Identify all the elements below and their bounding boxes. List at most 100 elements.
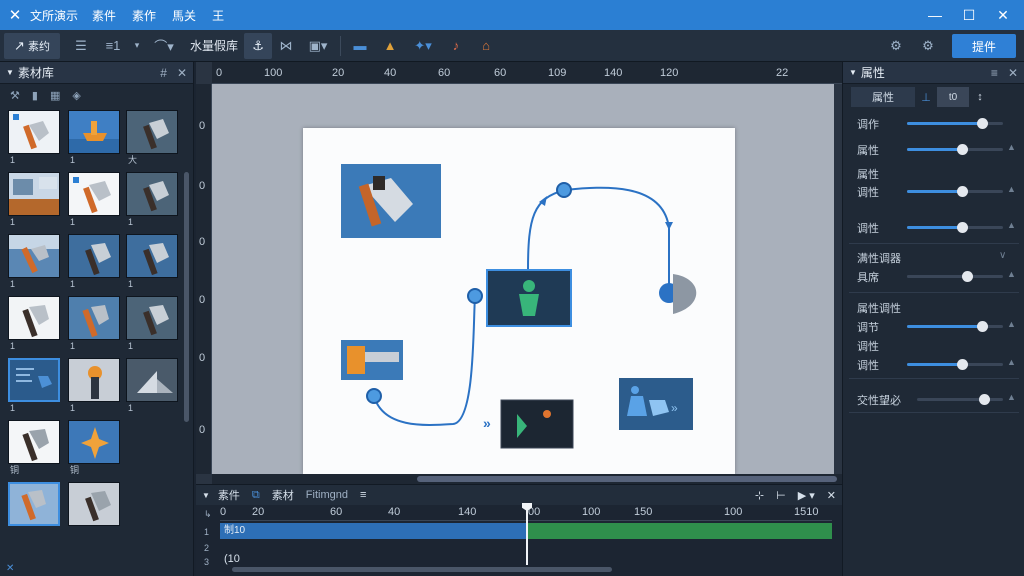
hammer-icon[interactable]: ⚒ [10,89,20,102]
menu-item-2[interactable]: 素作 [132,7,156,24]
tab-properties[interactable]: 属性 [851,87,915,107]
nodes-icon[interactable]: ⋈ [272,33,300,59]
expand-arrow-icon[interactable]: ▲ [1007,319,1016,329]
fill-icon[interactable]: ▲ [375,33,405,59]
layers-icon[interactable]: ⧉ [246,485,266,505]
curve-tool-icon[interactable]: ⌒▾ [144,33,184,59]
asset-thumb[interactable]: 1 [8,234,62,290]
asset-thumb[interactable]: 1 [68,172,122,228]
property-slider[interactable]: 调性 ▲ [857,357,1017,372]
asset-thumb[interactable]: 1 [8,296,62,352]
slider-track[interactable] [907,321,1003,332]
menu-icon[interactable]: ≡ [991,66,998,80]
expand-arrow-icon[interactable]: ▲ [1007,269,1016,279]
asset-thumb[interactable]: 1 [126,358,180,414]
asset-thumb[interactable]: 大 [126,110,180,166]
slider-knob[interactable] [979,394,991,405]
audio-icon[interactable]: ♪ [441,33,471,59]
canvas-hscrollbar[interactable] [212,474,842,484]
asset-thumb-selected[interactable]: 1 [8,358,62,414]
slider-track[interactable] [907,186,1003,197]
property-slider[interactable]: 调节 ▲ [857,319,1017,334]
collapse-icon[interactable]: ▼ [196,485,212,505]
tab-timeline[interactable]: 素件 [212,485,246,505]
expand-arrow-icon[interactable]: ▲ [1007,392,1016,402]
close-panel-icon[interactable]: ✕ [177,66,187,80]
collapse-icon[interactable]: ▼ [849,68,857,77]
folder-icon[interactable]: ▬ [345,33,375,59]
expand-arrow-icon[interactable]: ▲ [1007,357,1016,367]
asset-thumb[interactable]: 1 [126,296,180,352]
chevron-down-icon[interactable]: ∨ [999,250,1006,261]
slider-knob[interactable] [956,186,968,197]
expand-icon[interactable]: ✕ [6,563,14,574]
slider-knob[interactable] [976,321,988,332]
chevron-down-icon[interactable]: ▾ [130,33,144,59]
tab-assets[interactable]: 素材 [266,485,300,505]
slider-knob[interactable] [956,222,968,233]
asset-thumb[interactable]: 1 [126,172,180,228]
asset-thumb[interactable]: 1 [68,234,122,290]
menu-item-1[interactable]: 素件 [92,7,116,24]
property-slider[interactable]: 交性望必 ▲ [857,392,1017,407]
canvas-hscroll-thumb[interactable] [417,476,837,482]
shield-icon[interactable]: ◈ [72,89,80,102]
property-slider[interactable]: 属性 ▲ [857,142,1017,157]
slider-knob[interactable] [956,359,968,370]
gear-icon[interactable]: ⚙ [916,33,940,59]
list-icon[interactable]: ☰ [66,33,96,59]
split-icon[interactable]: ⊹ [749,485,770,505]
menu-icon[interactable]: ≡ [354,485,372,505]
minimize-icon[interactable]: — [918,0,952,30]
tab-foreground[interactable]: Fitimgnd [300,485,354,505]
artboard[interactable]: » » [303,128,735,474]
maximize-icon[interactable]: ☐ [952,0,986,30]
close-panel-icon[interactable]: ✕ [1008,66,1018,80]
asset-thumb[interactable] [8,482,62,538]
asset-thumb[interactable] [68,482,122,538]
frame-icon[interactable]: ▣▾ [300,33,336,59]
slider-track[interactable] [907,144,1003,155]
asset-thumb[interactable]: 1 [126,234,180,290]
menu-item-4[interactable]: 王 [212,7,224,24]
export-button[interactable]: 提件 [952,34,1016,58]
asset-scrollbar[interactable] [184,172,189,422]
slider-track[interactable] [907,222,1003,233]
effect-icon[interactable]: ✦▾ [405,33,441,59]
slider-knob[interactable] [956,144,968,155]
playhead[interactable] [526,505,528,565]
asset-thumb[interactable]: 1 [68,110,122,166]
property-slider[interactable]: 调作 [857,116,1017,131]
asset-thumb[interactable]: 铜 [8,420,62,476]
slider-knob[interactable] [961,271,973,282]
property-slider[interactable]: 调性 ▲ [857,184,1017,199]
property-slider[interactable]: 具席 ▲ [857,269,1017,284]
expand-arrow-icon[interactable]: ▲ [1007,142,1016,152]
grid-view-icon[interactable]: ▦ [50,89,60,102]
expand-arrow-icon[interactable]: ▲ [1007,220,1016,230]
filter-icon[interactable]: ▮ [32,89,38,102]
timeline-scrollbar[interactable] [232,567,612,572]
slider-track[interactable] [907,118,1003,129]
settings-icon[interactable]: ⚙ [884,33,908,59]
property-slider[interactable]: 调性 ▲ [857,220,1017,235]
image-icon[interactable]: ⌂ [471,33,501,59]
collapse-icon[interactable]: ▼ [6,68,14,77]
tab-icon-transform[interactable]: ↕ [969,87,991,107]
asset-thumb[interactable]: 1 [68,296,122,352]
asset-thumb[interactable]: 1 [8,110,62,166]
anchor-icon[interactable]: ⚓ [244,32,273,59]
slider-track[interactable] [907,271,1003,282]
asset-thumb[interactable]: 1 [68,358,122,414]
pin-icon[interactable]: # [160,66,167,80]
timeline-clip-blue[interactable]: 制10 [220,523,526,539]
prev-icon[interactable]: ⊢ [770,485,792,505]
menu-item-3[interactable]: 馬关 [172,7,196,24]
tab-value[interactable]: t0 [937,87,969,107]
slider-knob[interactable] [976,118,988,129]
asset-thumb[interactable]: 铜 [68,420,122,476]
select-tool-button[interactable]: ↗ 素约 [4,32,60,59]
play-icon[interactable]: ▶ ▾ [792,485,821,505]
align-icon[interactable]: ≡1 [96,33,130,59]
close-icon[interactable]: ✕ [821,485,842,505]
